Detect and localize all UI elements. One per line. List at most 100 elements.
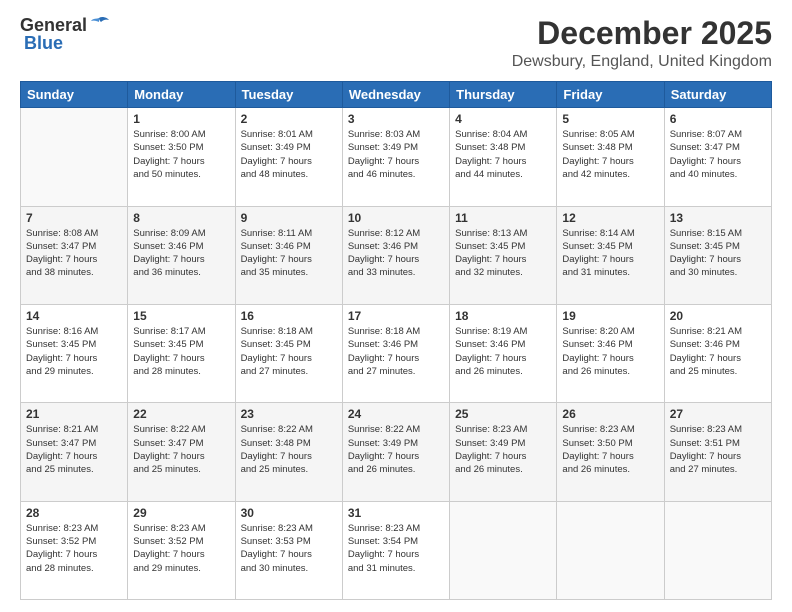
day-info: Sunrise: 8:08 AMSunset: 3:47 PMDaylight:…: [26, 227, 122, 280]
day-info: Sunrise: 8:03 AMSunset: 3:49 PMDaylight:…: [348, 128, 444, 181]
table-row: 26 Sunrise: 8:23 AMSunset: 3:50 PMDayligh…: [557, 403, 664, 501]
location-title: Dewsbury, England, United Kingdom: [512, 53, 772, 71]
table-row: 18 Sunrise: 8:19 AMSunset: 3:46 PMDayligh…: [450, 304, 557, 402]
table-row: [21, 108, 128, 206]
day-info: Sunrise: 8:17 AMSunset: 3:45 PMDaylight:…: [133, 325, 229, 378]
table-row: [557, 501, 664, 599]
calendar-row: 7Sunrise: 8:08 AMSunset: 3:47 PMDaylight…: [21, 206, 772, 304]
day-info: Sunrise: 8:14 AMSunset: 3:45 PMDaylight:…: [562, 227, 658, 280]
header-monday: Monday: [128, 82, 235, 108]
day-info: Sunrise: 8:19 AMSunset: 3:46 PMDaylight:…: [455, 325, 551, 378]
table-row: 15 Sunrise: 8:17 AMSunset: 3:45 PMDayligh…: [128, 304, 235, 402]
day-info: Sunrise: 8:23 AMSunset: 3:49 PMDaylight:…: [455, 423, 551, 476]
table-row: 9 Sunrise: 8:11 AMSunset: 3:46 PMDaylight…: [235, 206, 342, 304]
table-row: 10 Sunrise: 8:12 AMSunset: 3:46 PMDayligh…: [342, 206, 449, 304]
logo-bird-icon: [89, 16, 109, 32]
day-info: Sunrise: 8:22 AMSunset: 3:48 PMDaylight:…: [241, 423, 337, 476]
table-row: 12Sunrise: 8:14 AMSunset: 3:45 PMDayligh…: [557, 206, 664, 304]
logo-blue: Blue: [24, 34, 63, 54]
day-info: Sunrise: 8:21 AMSunset: 3:47 PMDaylight:…: [26, 423, 122, 476]
calendar-row: 21 Sunrise: 8:21 AMSunset: 3:47 PMDayligh…: [21, 403, 772, 501]
table-row: 28 Sunrise: 8:23 AMSunset: 3:52 PMDayligh…: [21, 501, 128, 599]
day-info: Sunrise: 8:00 AMSunset: 3:50 PMDaylight:…: [133, 128, 229, 181]
table-row: [450, 501, 557, 599]
calendar-header-row: Sunday Monday Tuesday Wednesday Thursday…: [21, 82, 772, 108]
day-info: Sunrise: 8:12 AMSunset: 3:46 PMDaylight:…: [348, 227, 444, 280]
day-number: 13: [670, 211, 766, 225]
header-tuesday: Tuesday: [235, 82, 342, 108]
day-number: 9: [241, 211, 337, 225]
table-row: 21 Sunrise: 8:21 AMSunset: 3:47 PMDayligh…: [21, 403, 128, 501]
day-number: 17: [348, 309, 444, 323]
calendar-row: 1Sunrise: 8:00 AMSunset: 3:50 PMDaylight…: [21, 108, 772, 206]
day-info: Sunrise: 8:04 AMSunset: 3:48 PMDaylight:…: [455, 128, 551, 181]
calendar-table: Sunday Monday Tuesday Wednesday Thursday…: [20, 81, 772, 600]
day-info: Sunrise: 8:15 AMSunset: 3:45 PMDaylight:…: [670, 227, 766, 280]
day-number: 3: [348, 112, 444, 126]
table-row: 20 Sunrise: 8:21 AMSunset: 3:46 PMDayligh…: [664, 304, 771, 402]
day-number: 30: [241, 506, 337, 520]
day-number: 18: [455, 309, 551, 323]
day-number: 21: [26, 407, 122, 421]
day-number: 22: [133, 407, 229, 421]
table-row: 22 Sunrise: 8:22 AMSunset: 3:47 PMDayligh…: [128, 403, 235, 501]
table-row: 31Sunrise: 8:23 AMSunset: 3:54 PMDayligh…: [342, 501, 449, 599]
day-number: 2: [241, 112, 337, 126]
day-info: Sunrise: 8:23 AMSunset: 3:54 PMDaylight:…: [348, 522, 444, 575]
day-info: Sunrise: 8:05 AMSunset: 3:48 PMDaylight:…: [562, 128, 658, 181]
day-info: Sunrise: 8:20 AMSunset: 3:46 PMDaylight:…: [562, 325, 658, 378]
table-row: 13 Sunrise: 8:15 AMSunset: 3:45 PMDayligh…: [664, 206, 771, 304]
logo: General Blue: [20, 16, 109, 54]
table-row: 8 Sunrise: 8:09 AMSunset: 3:46 PMDaylight…: [128, 206, 235, 304]
table-row: 3 Sunrise: 8:03 AMSunset: 3:49 PMDaylight…: [342, 108, 449, 206]
table-row: 11 Sunrise: 8:13 AMSunset: 3:45 PMDayligh…: [450, 206, 557, 304]
day-info: Sunrise: 8:09 AMSunset: 3:46 PMDaylight:…: [133, 227, 229, 280]
day-number: 15: [133, 309, 229, 323]
day-info: Sunrise: 8:21 AMSunset: 3:46 PMDaylight:…: [670, 325, 766, 378]
table-row: 1Sunrise: 8:00 AMSunset: 3:50 PMDaylight…: [128, 108, 235, 206]
header: General Blue December 2025 Dewsbury, Eng…: [20, 16, 772, 71]
day-number: 8: [133, 211, 229, 225]
day-number: 19: [562, 309, 658, 323]
day-number: 29: [133, 506, 229, 520]
day-number: 5: [562, 112, 658, 126]
day-info: Sunrise: 8:23 AMSunset: 3:53 PMDaylight:…: [241, 522, 337, 575]
header-friday: Friday: [557, 82, 664, 108]
day-number: 10: [348, 211, 444, 225]
table-row: 17 Sunrise: 8:18 AMSunset: 3:46 PMDayligh…: [342, 304, 449, 402]
table-row: 5 Sunrise: 8:05 AMSunset: 3:48 PMDaylight…: [557, 108, 664, 206]
page: General Blue December 2025 Dewsbury, Eng…: [0, 0, 792, 612]
table-row: 27Sunrise: 8:23 AMSunset: 3:51 PMDayligh…: [664, 403, 771, 501]
day-info: Sunrise: 8:23 AMSunset: 3:52 PMDaylight:…: [133, 522, 229, 575]
day-number: 16: [241, 309, 337, 323]
day-number: 20: [670, 309, 766, 323]
day-info: Sunrise: 8:11 AMSunset: 3:46 PMDaylight:…: [241, 227, 337, 280]
table-row: 6 Sunrise: 8:07 AMSunset: 3:47 PMDaylight…: [664, 108, 771, 206]
day-info: Sunrise: 8:13 AMSunset: 3:45 PMDaylight:…: [455, 227, 551, 280]
day-number: 4: [455, 112, 551, 126]
day-number: 28: [26, 506, 122, 520]
header-saturday: Saturday: [664, 82, 771, 108]
day-info: Sunrise: 8:23 AMSunset: 3:52 PMDaylight:…: [26, 522, 122, 575]
day-number: 27: [670, 407, 766, 421]
calendar-row: 28 Sunrise: 8:23 AMSunset: 3:52 PMDayligh…: [21, 501, 772, 599]
day-info: Sunrise: 8:07 AMSunset: 3:47 PMDaylight:…: [670, 128, 766, 181]
table-row: 24 Sunrise: 8:22 AMSunset: 3:49 PMDayligh…: [342, 403, 449, 501]
day-number: 11: [455, 211, 551, 225]
table-row: 29 Sunrise: 8:23 AMSunset: 3:52 PMDayligh…: [128, 501, 235, 599]
table-row: 4 Sunrise: 8:04 AMSunset: 3:48 PMDaylight…: [450, 108, 557, 206]
header-sunday: Sunday: [21, 82, 128, 108]
day-number: 26: [562, 407, 658, 421]
day-number: 25: [455, 407, 551, 421]
day-info: Sunrise: 8:18 AMSunset: 3:45 PMDaylight:…: [241, 325, 337, 378]
day-number: 23: [241, 407, 337, 421]
day-info: Sunrise: 8:22 AMSunset: 3:47 PMDaylight:…: [133, 423, 229, 476]
day-info: Sunrise: 8:18 AMSunset: 3:46 PMDaylight:…: [348, 325, 444, 378]
month-title: December 2025: [512, 16, 772, 51]
day-info: Sunrise: 8:23 AMSunset: 3:50 PMDaylight:…: [562, 423, 658, 476]
day-info: Sunrise: 8:22 AMSunset: 3:49 PMDaylight:…: [348, 423, 444, 476]
table-row: 14Sunrise: 8:16 AMSunset: 3:45 PMDayligh…: [21, 304, 128, 402]
title-area: December 2025 Dewsbury, England, United …: [512, 16, 772, 71]
day-number: 6: [670, 112, 766, 126]
day-number: 24: [348, 407, 444, 421]
